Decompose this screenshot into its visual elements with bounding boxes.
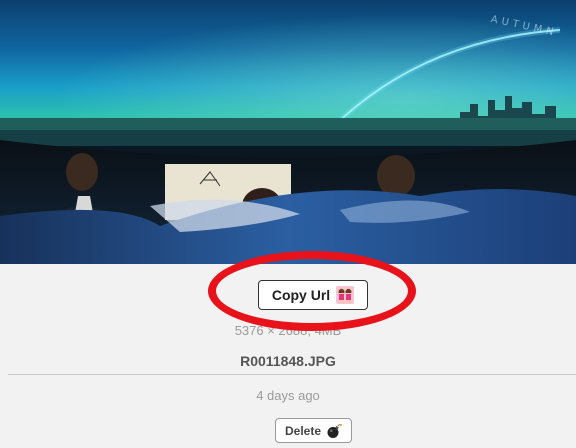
two-girls-emoji-icon (336, 286, 355, 304)
panorama-photo: AUTUMN (0, 0, 576, 264)
image-details-panel: Copy Url 5376 × 2688, 4MB R0011848.JPG 4… (0, 264, 576, 448)
details-divider (8, 374, 576, 375)
copy-url-button[interactable]: Copy Url (258, 280, 368, 310)
copy-url-label: Copy Url (271, 287, 331, 303)
image-dimensions: 5376 × 2688, 4MB (234, 323, 342, 338)
delete-label: Delete (284, 423, 322, 438)
image-detail-page: AUTUMN Copy Url 5376 × 2688, 4MB R001184… (0, 0, 576, 448)
image-filename: R0011848.JPG (240, 353, 336, 369)
panorama-image (0, 0, 576, 264)
upload-age: 4 days ago (256, 388, 320, 403)
bomb-emoji-icon (326, 423, 343, 439)
delete-button[interactable]: Delete (275, 418, 352, 443)
